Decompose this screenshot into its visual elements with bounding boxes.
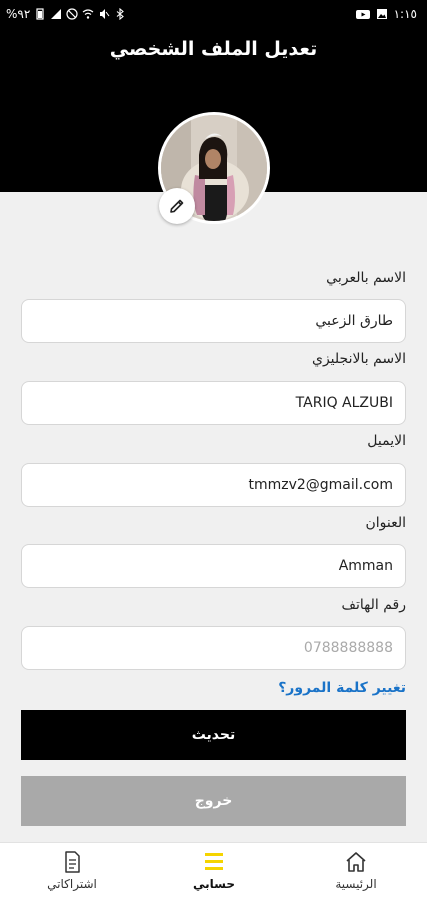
dnd-icon (66, 8, 78, 20)
bottom-nav: الرئيسية حسابي اشتراكاتي (0, 842, 427, 901)
battery-text: %٩٢ (6, 7, 31, 21)
arabic-name-label: الاسم بالعربي (326, 270, 406, 286)
edit-photo-button[interactable] (159, 188, 195, 224)
battery-icon (36, 8, 44, 20)
english-name-input[interactable]: TARIQ ALZUBI (21, 381, 406, 425)
status-time: ١:١٥ (393, 7, 417, 21)
nav-item-account[interactable]: حسابي (164, 851, 264, 891)
update-button[interactable]: تحديث (21, 710, 406, 760)
mute-icon (100, 9, 110, 19)
nav-label-account: حسابي (192, 877, 235, 891)
pencil-icon (170, 199, 184, 213)
english-name-label: الاسم بالانجليزي (312, 351, 406, 367)
bluetooth-icon (116, 8, 125, 20)
phone-input[interactable]: 0788888888 (21, 626, 406, 670)
home-icon (346, 852, 366, 872)
status-bar: %٩٢ ١:١٥ (0, 0, 427, 30)
change-password-link[interactable]: تغيير كلمة المرور؟ (278, 680, 406, 696)
wifi-icon (82, 9, 94, 19)
page-title: تعديل الملف الشخصي (109, 38, 318, 60)
nav-item-home[interactable]: الرئيسية (306, 851, 406, 891)
address-label: العنوان (365, 515, 406, 531)
arabic-name-input[interactable]: طارق الزعبي (21, 299, 406, 343)
nav-item-subscriptions[interactable]: اشتراكاتي (22, 851, 122, 891)
email-label: الايميل (367, 433, 406, 449)
email-input[interactable]: tmmzv2@gmail.com (21, 463, 406, 507)
account-icon (205, 853, 223, 870)
status-right: ١:١٥ (355, 7, 417, 21)
logout-button[interactable]: خروج (21, 776, 406, 826)
signal-icon (51, 9, 62, 19)
youtube-icon (355, 10, 370, 19)
document-icon (65, 851, 80, 873)
phone-label: رقم الهاتف (341, 597, 406, 613)
nav-label-subscriptions: اشتراكاتي (47, 877, 97, 891)
address-input[interactable]: Amman (21, 544, 406, 588)
nav-label-home: الرئيسية (335, 877, 377, 891)
gallery-icon (376, 9, 387, 19)
status-left: %٩٢ (6, 7, 126, 21)
